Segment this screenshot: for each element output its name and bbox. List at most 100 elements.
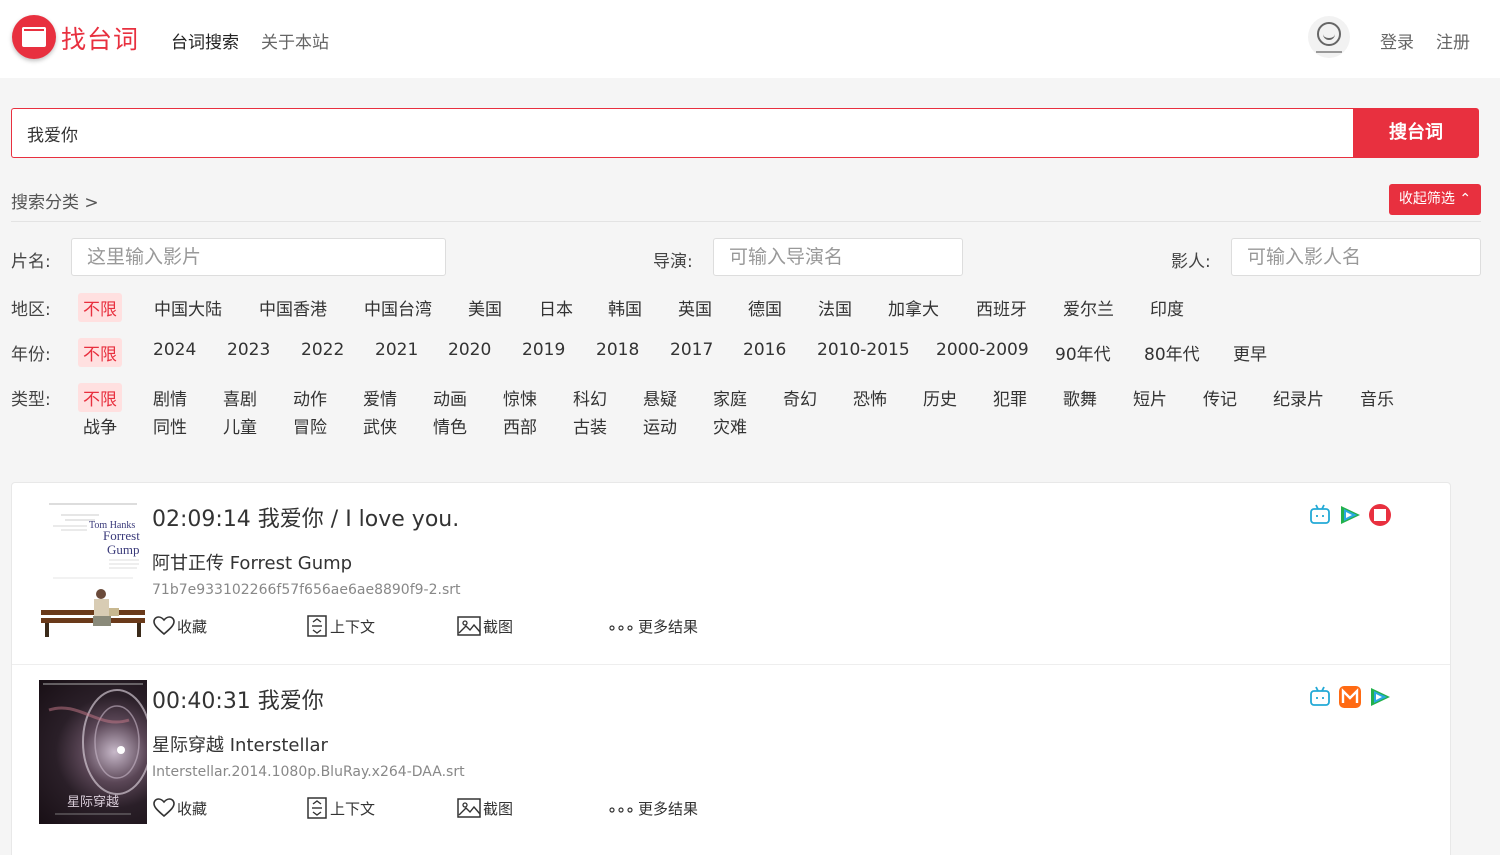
region-option[interactable]: 德国	[748, 295, 782, 320]
actor-filter-box	[1231, 238, 1481, 276]
genre-option[interactable]: 惊悚	[503, 385, 537, 410]
avatar-icon[interactable]	[1308, 16, 1350, 58]
more-results-button[interactable]: 更多结果	[607, 614, 698, 638]
genre-option[interactable]: 奇幻	[783, 385, 817, 410]
collapse-filter-button[interactable]: 收起筛选 ⌃	[1389, 184, 1481, 215]
nav-about[interactable]: 关于本站	[261, 28, 329, 53]
favorite-button[interactable]: 收藏	[152, 796, 207, 820]
region-option[interactable]: 法国	[818, 295, 852, 320]
region-option[interactable]: 韩国	[608, 295, 642, 320]
result-movie-name[interactable]: 阿甘正传 Forrest Gump	[152, 549, 352, 575]
favorite-label: 收藏	[177, 799, 208, 818]
genre-option[interactable]: 冒险	[293, 413, 327, 438]
result-movie-name[interactable]: 星际穿越 Interstellar	[152, 731, 328, 757]
genre-option[interactable]: 战争	[83, 413, 117, 438]
year-option[interactable]: 2019	[522, 340, 565, 360]
register-link[interactable]: 注册	[1436, 28, 1470, 53]
result-title[interactable]: 00:40:31 我爱你	[152, 683, 324, 715]
region-option[interactable]: 中国大陆	[154, 295, 222, 320]
genre-option[interactable]: 音乐	[1360, 385, 1394, 410]
movie-poster[interactable]: 星际穿越	[39, 680, 147, 824]
screenshot-button[interactable]: 截图	[456, 614, 513, 638]
genre-option[interactable]: 动画	[433, 385, 467, 410]
genre-option[interactable]: 武侠	[363, 413, 397, 438]
genre-option[interactable]: 同性	[153, 413, 187, 438]
genre-option[interactable]: 犯罪	[993, 385, 1027, 410]
zhaotaici-icon[interactable]	[1368, 503, 1392, 527]
year-option-any[interactable]: 不限	[78, 338, 122, 367]
year-option[interactable]: 2023	[227, 340, 270, 360]
result-title[interactable]: 02:09:14 我爱你 / I love you.	[152, 501, 459, 533]
genre-option[interactable]: 西部	[503, 413, 537, 438]
more-results-button[interactable]: 更多结果	[607, 796, 698, 820]
genre-option[interactable]: 爱情	[363, 385, 397, 410]
login-link[interactable]: 登录	[1380, 28, 1414, 53]
genre-option[interactable]: 歌舞	[1063, 385, 1097, 410]
logo-text[interactable]: 找台词	[61, 20, 139, 56]
search-button[interactable]: 搜台词	[1353, 108, 1479, 158]
genre-option[interactable]: 短片	[1133, 385, 1167, 410]
region-option[interactable]: 中国台湾	[364, 295, 432, 320]
tencent-video-icon[interactable]	[1338, 503, 1362, 527]
title-filter-input[interactable]	[72, 239, 445, 275]
year-option[interactable]: 2017	[670, 340, 713, 360]
genre-option[interactable]: 纪录片	[1273, 385, 1324, 410]
region-option[interactable]: 美国	[468, 295, 502, 320]
mgtv-icon[interactable]	[1338, 685, 1362, 709]
screenshot-button[interactable]: 截图	[456, 796, 513, 820]
bilibili-icon[interactable]	[1308, 503, 1332, 527]
source-icons	[1302, 685, 1392, 709]
movie-poster[interactable]: Tom Hanks Forrest Gump	[39, 498, 147, 642]
year-option[interactable]: 2021	[375, 340, 418, 360]
genre-option[interactable]: 历史	[923, 385, 957, 410]
year-option[interactable]: 2016	[743, 340, 786, 360]
region-option[interactable]: 加拿大	[888, 295, 939, 320]
tencent-video-icon[interactable]	[1368, 685, 1392, 709]
logo-icon[interactable]	[12, 15, 56, 59]
director-filter-input[interactable]	[714, 239, 962, 275]
year-option[interactable]: 90年代	[1055, 340, 1111, 365]
director-filter-box	[713, 238, 963, 276]
bilibili-icon[interactable]	[1308, 685, 1332, 709]
year-option[interactable]: 2010-2015	[817, 340, 910, 360]
genre-option-any[interactable]: 不限	[78, 383, 122, 412]
genre-option[interactable]: 喜剧	[223, 385, 257, 410]
nav-subtitle-search[interactable]: 台词搜索	[171, 28, 239, 53]
more-results-label: 更多结果	[638, 799, 699, 818]
result-file-name: Interstellar.2014.1080p.BluRay.x264-DAA.…	[152, 764, 465, 780]
genre-option[interactable]: 恐怖	[853, 385, 887, 410]
context-label: 上下文	[330, 617, 376, 636]
divider	[11, 221, 1481, 222]
year-option[interactable]: 80年代	[1144, 340, 1200, 365]
region-option[interactable]: 中国香港	[259, 295, 327, 320]
context-button[interactable]: 上下文	[305, 614, 375, 638]
genre-option[interactable]: 运动	[643, 413, 677, 438]
genre-option[interactable]: 传记	[1203, 385, 1237, 410]
year-option[interactable]: 更早	[1233, 340, 1267, 365]
year-option[interactable]: 2020	[448, 340, 491, 360]
genre-option[interactable]: 悬疑	[643, 385, 677, 410]
genre-option[interactable]: 情色	[433, 413, 467, 438]
region-option[interactable]: 印度	[1150, 295, 1184, 320]
genre-option[interactable]: 剧情	[153, 385, 187, 410]
favorite-button[interactable]: 收藏	[152, 614, 207, 638]
year-option[interactable]: 2022	[301, 340, 344, 360]
genre-option[interactable]: 古装	[573, 413, 607, 438]
genre-option[interactable]: 儿童	[223, 413, 257, 438]
genre-option[interactable]: 家庭	[713, 385, 747, 410]
context-button[interactable]: 上下文	[305, 796, 375, 820]
region-option-any[interactable]: 不限	[78, 293, 122, 322]
genre-option[interactable]: 动作	[293, 385, 327, 410]
year-option[interactable]: 2024	[153, 340, 196, 360]
region-option[interactable]: 英国	[678, 295, 712, 320]
genre-option[interactable]: 科幻	[573, 385, 607, 410]
search-input[interactable]	[12, 109, 1354, 157]
region-option[interactable]: 爱尔兰	[1063, 295, 1114, 320]
actor-filter-input[interactable]	[1232, 239, 1480, 275]
region-label: 地区:	[11, 300, 51, 320]
region-option[interactable]: 日本	[539, 295, 573, 320]
region-option[interactable]: 西班牙	[976, 295, 1027, 320]
year-option[interactable]: 2018	[596, 340, 639, 360]
year-option[interactable]: 2000-2009	[936, 340, 1029, 360]
genre-option[interactable]: 灾难	[713, 413, 747, 438]
